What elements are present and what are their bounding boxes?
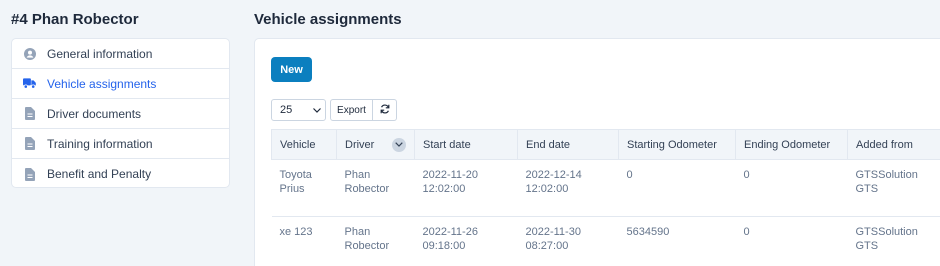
driver-title: #4 Phan Robector <box>11 11 139 28</box>
column-header-ending-odometer[interactable]: Ending Odometer <box>735 129 848 160</box>
document-icon <box>23 107 36 121</box>
truck-icon <box>23 77 36 91</box>
page-size-value: 25 <box>280 104 293 116</box>
cell-added-from: GTSSolution GTS <box>847 216 940 266</box>
cell-start-date: 2022-11-20 12:02:00 <box>414 159 518 217</box>
refresh-icon <box>380 101 390 119</box>
column-header-added-from[interactable]: Added from <box>847 129 940 160</box>
cell-starting-odometer: 5634590 <box>618 216 736 266</box>
table-row[interactable]: xe 123 Phan Robector 2022-11-26 09:18:00… <box>271 216 940 266</box>
new-button[interactable]: New <box>271 57 312 82</box>
table-row[interactable]: Toyota Prius Phan Robector 2022-11-20 12… <box>271 159 940 217</box>
sidebar-menu: General information Vehicle assignments … <box>11 38 230 188</box>
cell-vehicle: Toyota Prius <box>271 159 337 217</box>
column-header-label: Driver <box>345 138 375 151</box>
cell-end-date: 2022-11-30 08:27:00 <box>517 216 619 266</box>
column-header-driver[interactable]: Driver <box>336 129 415 160</box>
cell-driver: Phan Robector <box>336 159 415 217</box>
sidebar-item-label: General information <box>47 46 153 61</box>
sidebar-item-label: Benefit and Penalty <box>47 167 152 181</box>
page-size-select[interactable]: 25 <box>271 99 326 121</box>
sidebar-item-label: Driver documents <box>47 106 142 121</box>
sidebar-item-vehicle-assignments[interactable]: Vehicle assignments <box>12 69 229 99</box>
cell-ending-odometer: 0 <box>735 216 848 266</box>
sidebar-item-training-information[interactable]: Training information <box>12 129 229 159</box>
cell-start-date: 2022-11-26 09:18:00 <box>414 216 518 266</box>
sidebar-item-driver-documents[interactable]: Driver documents <box>12 99 229 129</box>
cell-vehicle: xe 123 <box>271 216 337 266</box>
cell-end-date: 2022-12-14 12:02:00 <box>517 159 619 217</box>
document-icon <box>23 167 36 181</box>
user-circle-icon <box>23 47 36 61</box>
cell-ending-odometer: 0 <box>735 159 848 217</box>
column-header-start-date[interactable]: Start date <box>414 129 518 160</box>
chevron-down-icon[interactable] <box>392 137 406 152</box>
page-title: Vehicle assignments <box>254 11 402 28</box>
assignments-table: Vehicle Driver Start date End date Start… <box>271 129 940 266</box>
export-button[interactable]: Export <box>330 99 373 121</box>
document-icon <box>23 137 36 151</box>
refresh-button[interactable] <box>373 99 397 121</box>
table-toolbar: 25 Export <box>271 99 397 121</box>
cell-added-from: GTSSolution GTS <box>847 159 940 217</box>
cell-starting-odometer: 0 <box>618 159 736 217</box>
sidebar-item-label: Vehicle assignments <box>47 76 157 91</box>
column-header-end-date[interactable]: End date <box>517 129 619 160</box>
assignments-panel: New 25 Export Vehicle Driver Start date … <box>254 38 940 266</box>
cell-driver: Phan Robector <box>336 216 415 266</box>
sidebar-item-benefit-and-penalty[interactable]: Benefit and Penalty <box>12 159 229 187</box>
column-header-vehicle[interactable]: Vehicle <box>271 129 337 160</box>
chevron-down-icon <box>313 104 321 116</box>
column-header-starting-odometer[interactable]: Starting Odometer <box>618 129 736 160</box>
sidebar-item-label: Training information <box>47 136 153 151</box>
sidebar-item-general-information[interactable]: General information <box>12 39 229 69</box>
